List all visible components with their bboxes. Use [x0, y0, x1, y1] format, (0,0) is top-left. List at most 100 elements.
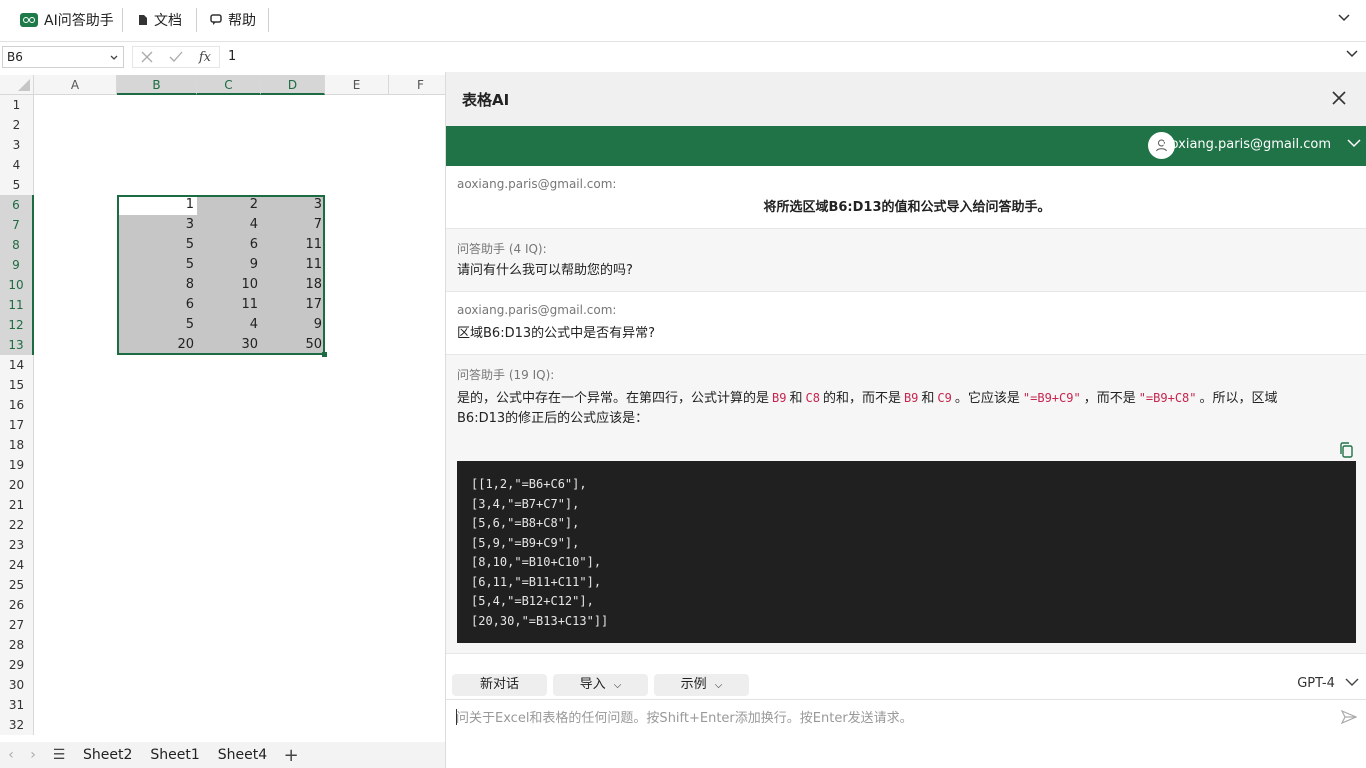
row-header[interactable]: 22 [0, 515, 34, 535]
column-header-b[interactable]: B [117, 75, 197, 95]
row-header[interactable]: 12 [0, 315, 34, 335]
message-sender: 问答助手 (4 IQ): [457, 242, 547, 256]
docs-button[interactable]: 文档 [138, 8, 182, 32]
spreadsheet-grid[interactable]: A B C D E F 1 2 3 4 5 6 7 8 9 10 11 12 1… [0, 75, 445, 742]
help-button[interactable]: 帮助 [210, 8, 256, 32]
row-header[interactable]: 17 [0, 415, 34, 435]
row-header[interactable]: 6 [0, 195, 34, 215]
cell-c11[interactable]: 11 [197, 295, 258, 315]
column-header-d[interactable]: D [261, 75, 325, 95]
row-header[interactable]: 23 [0, 535, 34, 555]
row-header[interactable]: 20 [0, 475, 34, 495]
formula-input[interactable]: 1 [222, 46, 1362, 68]
row-header[interactable]: 4 [0, 155, 34, 175]
ai-assistant-button[interactable]: AI问答助手 [20, 8, 114, 32]
row-header[interactable]: 32 [0, 715, 34, 735]
cancel-icon[interactable] [141, 51, 153, 63]
message-user: aoxiang.paris@gmail.com: 区域B6:D13的公式中是否有… [446, 292, 1366, 355]
row-header[interactable]: 26 [0, 595, 34, 615]
docs-label: 文档 [154, 13, 182, 29]
row-header[interactable]: 16 [0, 395, 34, 415]
import-button[interactable]: 导入 ⌵ [553, 674, 648, 696]
examples-button[interactable]: 示例 ⌵ [654, 674, 749, 696]
cell-b12[interactable]: 5 [117, 315, 194, 335]
row-header[interactable]: 29 [0, 655, 34, 675]
row-header[interactable]: 27 [0, 615, 34, 635]
add-sheet-icon[interactable]: + [276, 745, 306, 766]
row-header[interactable]: 9 [0, 255, 34, 275]
select-all-corner[interactable] [0, 75, 34, 95]
cell-d13[interactable]: 50 [261, 335, 322, 355]
cell-c10[interactable]: 10 [197, 275, 258, 295]
cell-b10[interactable]: 8 [117, 275, 194, 295]
row-header[interactable]: 3 [0, 135, 34, 155]
cell-b6[interactable]: 1 [117, 195, 194, 215]
cell-b11[interactable]: 6 [117, 295, 194, 315]
copy-icon[interactable] [1338, 442, 1354, 458]
name-box[interactable]: B6 [2, 46, 124, 68]
row-header[interactable]: 14 [0, 355, 34, 375]
cell-d9[interactable]: 11 [261, 255, 322, 275]
message-sender: aoxiang.paris@gmail.com: [457, 303, 617, 317]
sheet-list-icon[interactable]: ☰ [44, 747, 74, 763]
row-header[interactable]: 2 [0, 115, 34, 135]
close-icon[interactable] [1331, 90, 1347, 106]
tab-sheet2[interactable]: Sheet2 [74, 747, 141, 763]
chevron-right-icon[interactable]: › [22, 747, 44, 763]
row-header[interactable]: 31 [0, 695, 34, 715]
cell-d11[interactable]: 17 [261, 295, 322, 315]
cell-c9[interactable]: 9 [197, 255, 258, 275]
row-header[interactable]: 1 [0, 95, 34, 115]
row-header[interactable]: 30 [0, 675, 34, 695]
chevron-down-icon[interactable] [1338, 14, 1350, 22]
row-header[interactable]: 18 [0, 435, 34, 455]
cell-d8[interactable]: 11 [261, 235, 322, 255]
cell-d7[interactable]: 7 [261, 215, 322, 235]
cell-d6[interactable]: 3 [261, 195, 322, 215]
row-header[interactable]: 15 [0, 375, 34, 395]
column-header-f[interactable]: F [389, 75, 445, 95]
confirm-icon[interactable] [169, 51, 183, 63]
column-header-c[interactable]: C [197, 75, 261, 95]
cell-c7[interactable]: 4 [197, 215, 258, 235]
cell-b9[interactable]: 5 [117, 255, 194, 275]
cell-c8[interactable]: 6 [197, 235, 258, 255]
chevron-left-icon[interactable]: ‹ [0, 747, 22, 763]
chevron-down-icon [1345, 678, 1359, 686]
chevron-down-icon[interactable] [1346, 50, 1358, 58]
send-icon[interactable] [1341, 710, 1357, 724]
cell-d10[interactable]: 18 [261, 275, 322, 295]
chevron-down-icon[interactable] [1347, 139, 1361, 148]
row-header[interactable]: 8 [0, 235, 34, 255]
tab-sheet1[interactable]: Sheet1 [141, 747, 208, 763]
column-header-e[interactable]: E [325, 75, 389, 95]
row-header[interactable]: 21 [0, 495, 34, 515]
account-bar[interactable]: aoxiang.paris@gmail.com [446, 126, 1366, 166]
robot-icon [20, 13, 38, 27]
new-chat-button[interactable]: 新对话 [452, 674, 547, 696]
row-header[interactable]: 11 [0, 295, 34, 315]
row-header[interactable]: 5 [0, 175, 34, 195]
model-selector[interactable]: GPT-4 [1297, 676, 1359, 691]
cell-c12[interactable]: 4 [197, 315, 258, 335]
row-header[interactable]: 25 [0, 575, 34, 595]
row-header[interactable]: 7 [0, 215, 34, 235]
cell-b8[interactable]: 5 [117, 235, 194, 255]
row-header[interactable]: 10 [0, 275, 34, 295]
chevron-down-icon[interactable] [109, 50, 119, 64]
tab-sheet4[interactable]: Sheet4 [209, 747, 276, 763]
row-header[interactable]: 24 [0, 555, 34, 575]
function-icon[interactable]: fx [199, 50, 211, 65]
chat-input[interactable] [456, 708, 1326, 728]
row-header[interactable]: 19 [0, 455, 34, 475]
cell-d12[interactable]: 9 [261, 315, 322, 335]
cell-c6[interactable]: 2 [197, 195, 258, 215]
row-header[interactable]: 13 [0, 335, 34, 355]
cell-b7[interactable]: 3 [117, 215, 194, 235]
inline-code: "=B9+C8" [1138, 391, 1197, 405]
row-header[interactable]: 28 [0, 635, 34, 655]
column-header-a[interactable]: A [34, 75, 117, 95]
cell-b13[interactable]: 20 [117, 335, 194, 355]
fill-handle[interactable] [322, 352, 327, 357]
cell-c13[interactable]: 30 [197, 335, 258, 355]
